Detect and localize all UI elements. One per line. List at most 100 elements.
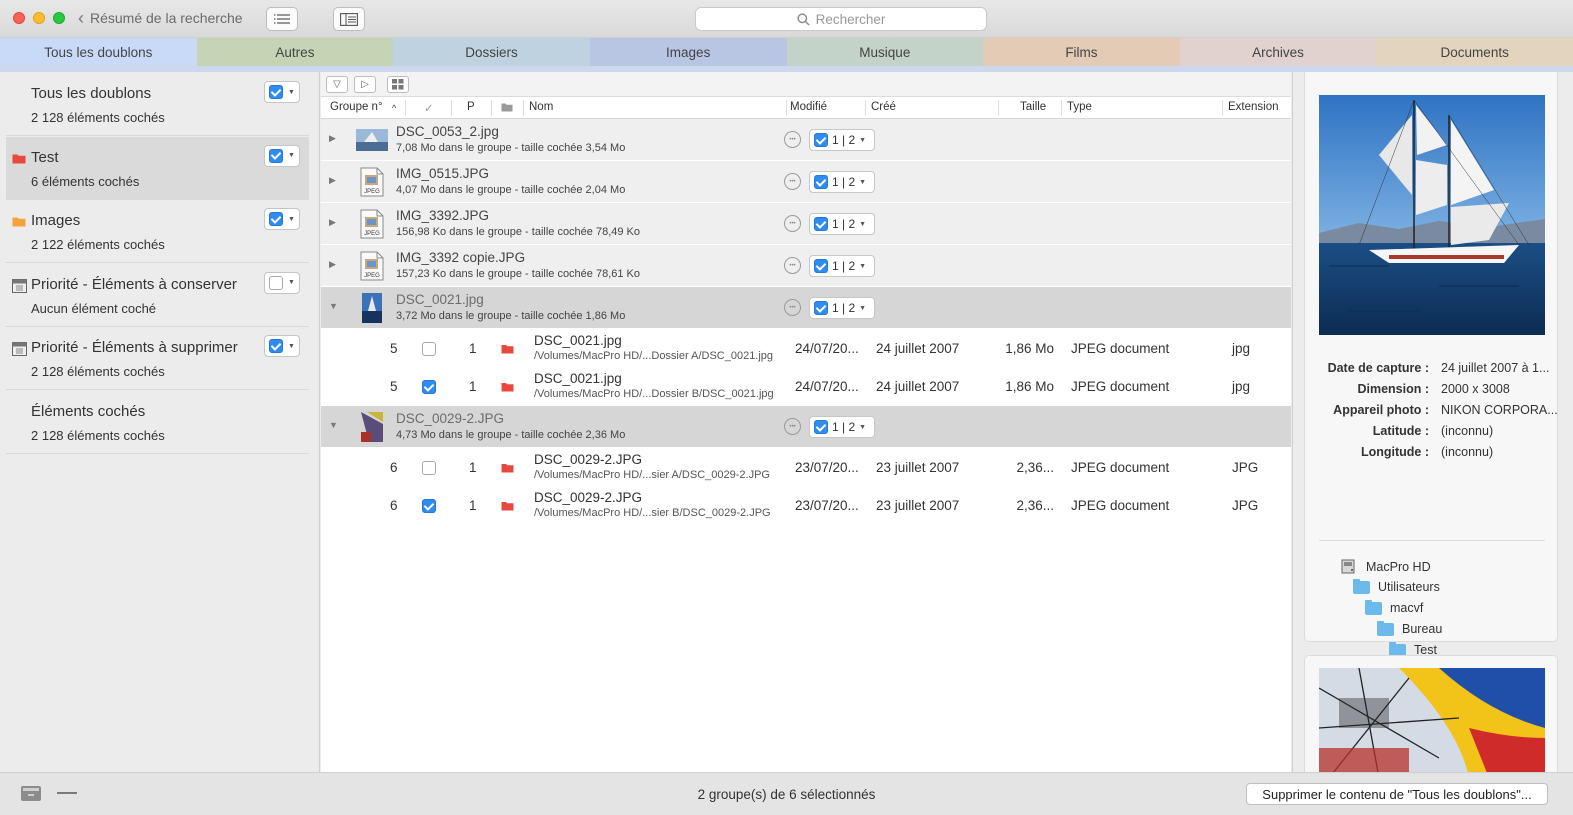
group-check-menu[interactable]: 1 | 2 ▼: [809, 213, 875, 235]
checkbox[interactable]: [269, 85, 283, 99]
disclosure-open-icon[interactable]: ▼: [329, 301, 338, 311]
sidebar-item-2[interactable]: Images 2 122 éléments cochés ▼: [6, 200, 309, 263]
status-bar: 2 groupe(s) de 6 sélectionnés Supprimer …: [0, 772, 1573, 815]
path-node[interactable]: macvf: [1365, 599, 1423, 615]
col-check[interactable]: ✓: [424, 101, 434, 115]
group-row[interactable]: ▶ DSC_0053_2.jpg 7,08 Mo dans le groupe - …: [321, 119, 1291, 161]
col-type[interactable]: Type: [1067, 101, 1092, 113]
grid-view-button[interactable]: [387, 76, 409, 93]
svg-text:JPEG: JPEG: [364, 231, 380, 237]
file-created: 24 juillet 2007: [876, 341, 960, 356]
tab-4[interactable]: Musique: [786, 38, 984, 66]
sidebar-item-check-menu[interactable]: ▼: [264, 335, 300, 357]
tab-0[interactable]: Tous les doublons: [0, 38, 197, 66]
tab-5[interactable]: Films: [983, 38, 1180, 66]
checkbox[interactable]: [814, 301, 828, 315]
sidebar-item-check-menu[interactable]: ▼: [264, 144, 300, 167]
sidebar-item-check-menu[interactable]: ▼: [264, 271, 300, 294]
minimize-window-button[interactable]: [33, 12, 45, 24]
checkbox[interactable]: [814, 217, 828, 231]
more-options-icon[interactable]: •••: [784, 131, 801, 148]
back-button[interactable]: ‹ Résumé de la recherche: [78, 9, 243, 27]
col-taille[interactable]: Taille: [1020, 101, 1046, 113]
file-row[interactable]: 6 1 DSC_0029-2.JPG/Volumes/MacPro HD/...si…: [321, 448, 1291, 486]
col-groupe[interactable]: Groupe n°: [330, 101, 383, 113]
sidebar-item-1[interactable]: Test 6 éléments cochés ▼: [6, 136, 309, 200]
checkbox[interactable]: [814, 133, 828, 147]
tab-6[interactable]: Archives: [1179, 38, 1377, 66]
disclosure-open-icon[interactable]: ▼: [329, 420, 338, 430]
col-modifie[interactable]: Modifié: [790, 101, 827, 113]
checkbox[interactable]: [269, 339, 283, 353]
caret-down-icon: ▼: [288, 279, 295, 286]
more-options-icon[interactable]: •••: [784, 418, 801, 435]
group-row[interactable]: ▼ DSC_0029-2.JPG 4,73 Mo dans le groupe - …: [321, 406, 1291, 448]
path-node[interactable]: Bureau: [1377, 620, 1442, 636]
priority-icon: [12, 278, 27, 296]
checkbox[interactable]: [814, 175, 828, 189]
col-cree[interactable]: Créé: [871, 101, 896, 113]
group-check-menu[interactable]: 1 | 2 ▼: [809, 255, 875, 277]
expand-all-button[interactable]: ▷: [354, 76, 376, 93]
col-extension[interactable]: Extension: [1228, 101, 1279, 113]
group-check-menu[interactable]: 1 | 2 ▼: [809, 297, 875, 319]
sidebar-item-3[interactable]: Priorité - Éléments à conserver Aucun élé…: [6, 264, 309, 327]
group-check-menu[interactable]: 1 | 2 ▼: [809, 129, 875, 151]
checkbox[interactable]: [814, 420, 828, 434]
path-node[interactable]: Utilisateurs: [1353, 578, 1440, 594]
checkbox[interactable]: [269, 275, 283, 290]
collapse-all-button[interactable]: ▽: [326, 76, 348, 93]
file-row[interactable]: 5 1 DSC_0021.jpg/Volumes/MacPro HD/...Doss…: [321, 329, 1291, 367]
group-row[interactable]: ▶ JPEG IMG_0515.JPG 4,07 Mo dans le groupe …: [321, 161, 1291, 203]
info-label: Date de capture :: [1327, 361, 1429, 375]
sidebar-item-0[interactable]: Tous les doublons 2 128 éléments cochés ▼: [6, 73, 309, 136]
file-checkbox[interactable]: [422, 342, 436, 356]
caret-down-icon: ▼: [859, 178, 867, 186]
thumbnail-icon: [356, 412, 388, 442]
file-priority: 1: [469, 341, 477, 356]
search-field[interactable]: Rechercher: [695, 7, 987, 31]
triangle-right-icon: ▷: [361, 79, 369, 90]
group-check-menu[interactable]: 1 | 2 ▼: [809, 171, 875, 193]
delete-contents-button[interactable]: Supprimer le contenu de "Tous les doublo…: [1246, 783, 1548, 805]
checkbox[interactable]: [269, 212, 283, 226]
caret-down-icon: ▼: [288, 88, 295, 96]
file-checkbox[interactable]: [422, 499, 436, 513]
more-options-icon[interactable]: •••: [784, 257, 801, 274]
tab-7[interactable]: Documents: [1376, 38, 1573, 66]
path-node[interactable]: MacPro HD: [1341, 559, 1431, 574]
file-row[interactable]: 6 1 DSC_0029-2.JPG/Volumes/MacPro HD/...si…: [321, 486, 1291, 524]
tab-3[interactable]: Images: [589, 38, 787, 66]
sidebar-item-check-menu[interactable]: ▼: [264, 208, 300, 230]
group-row[interactable]: ▶ JPEG IMG_3392.JPG 156,98 Ko dans le group…: [321, 203, 1291, 245]
disclosure-closed-icon[interactable]: ▶: [329, 217, 336, 228]
file-type: JPEG document: [1071, 498, 1170, 513]
list-view-button[interactable]: [266, 7, 298, 31]
checkbox[interactable]: [269, 148, 283, 163]
disclosure-closed-icon[interactable]: ▶: [329, 133, 336, 144]
maximize-window-button[interactable]: [53, 12, 65, 24]
col-folder[interactable]: [501, 102, 513, 115]
more-options-icon[interactable]: •••: [784, 299, 801, 316]
group-row[interactable]: ▶ JPEG IMG_3392 copie.JPG 157,23 Ko dans le…: [321, 245, 1291, 287]
disclosure-closed-icon[interactable]: ▶: [329, 175, 336, 186]
more-options-icon[interactable]: •••: [784, 173, 801, 190]
tab-1[interactable]: Autres: [196, 38, 394, 66]
close-window-button[interactable]: [13, 12, 25, 24]
disclosure-closed-icon[interactable]: ▶: [329, 259, 336, 270]
sidebar-item-5[interactable]: Éléments cochés 2 128 éléments cochés: [6, 391, 309, 454]
file-row[interactable]: 5 1 DSC_0021.jpg/Volumes/MacPro HD/...Doss…: [321, 367, 1291, 405]
detail-view-button[interactable]: [333, 7, 365, 31]
group-check-menu[interactable]: 1 | 2 ▼: [809, 416, 875, 438]
file-checkbox[interactable]: [422, 461, 436, 475]
col-priority[interactable]: P: [467, 101, 475, 113]
file-checkbox[interactable]: [422, 380, 436, 394]
col-nom[interactable]: Nom: [529, 101, 553, 113]
orange-folder-icon: [12, 215, 26, 230]
sidebar-item-check-menu[interactable]: ▼: [264, 81, 300, 103]
tab-2[interactable]: Dossiers: [393, 38, 590, 66]
more-options-icon[interactable]: •••: [784, 215, 801, 232]
sidebar-item-4[interactable]: Priorité - Éléments à supprimer 2 128 élé…: [6, 327, 309, 390]
group-row[interactable]: ▼ DSC_0021.jpg 3,72 Mo dans le groupe - ta…: [321, 287, 1291, 329]
checkbox[interactable]: [814, 259, 828, 273]
